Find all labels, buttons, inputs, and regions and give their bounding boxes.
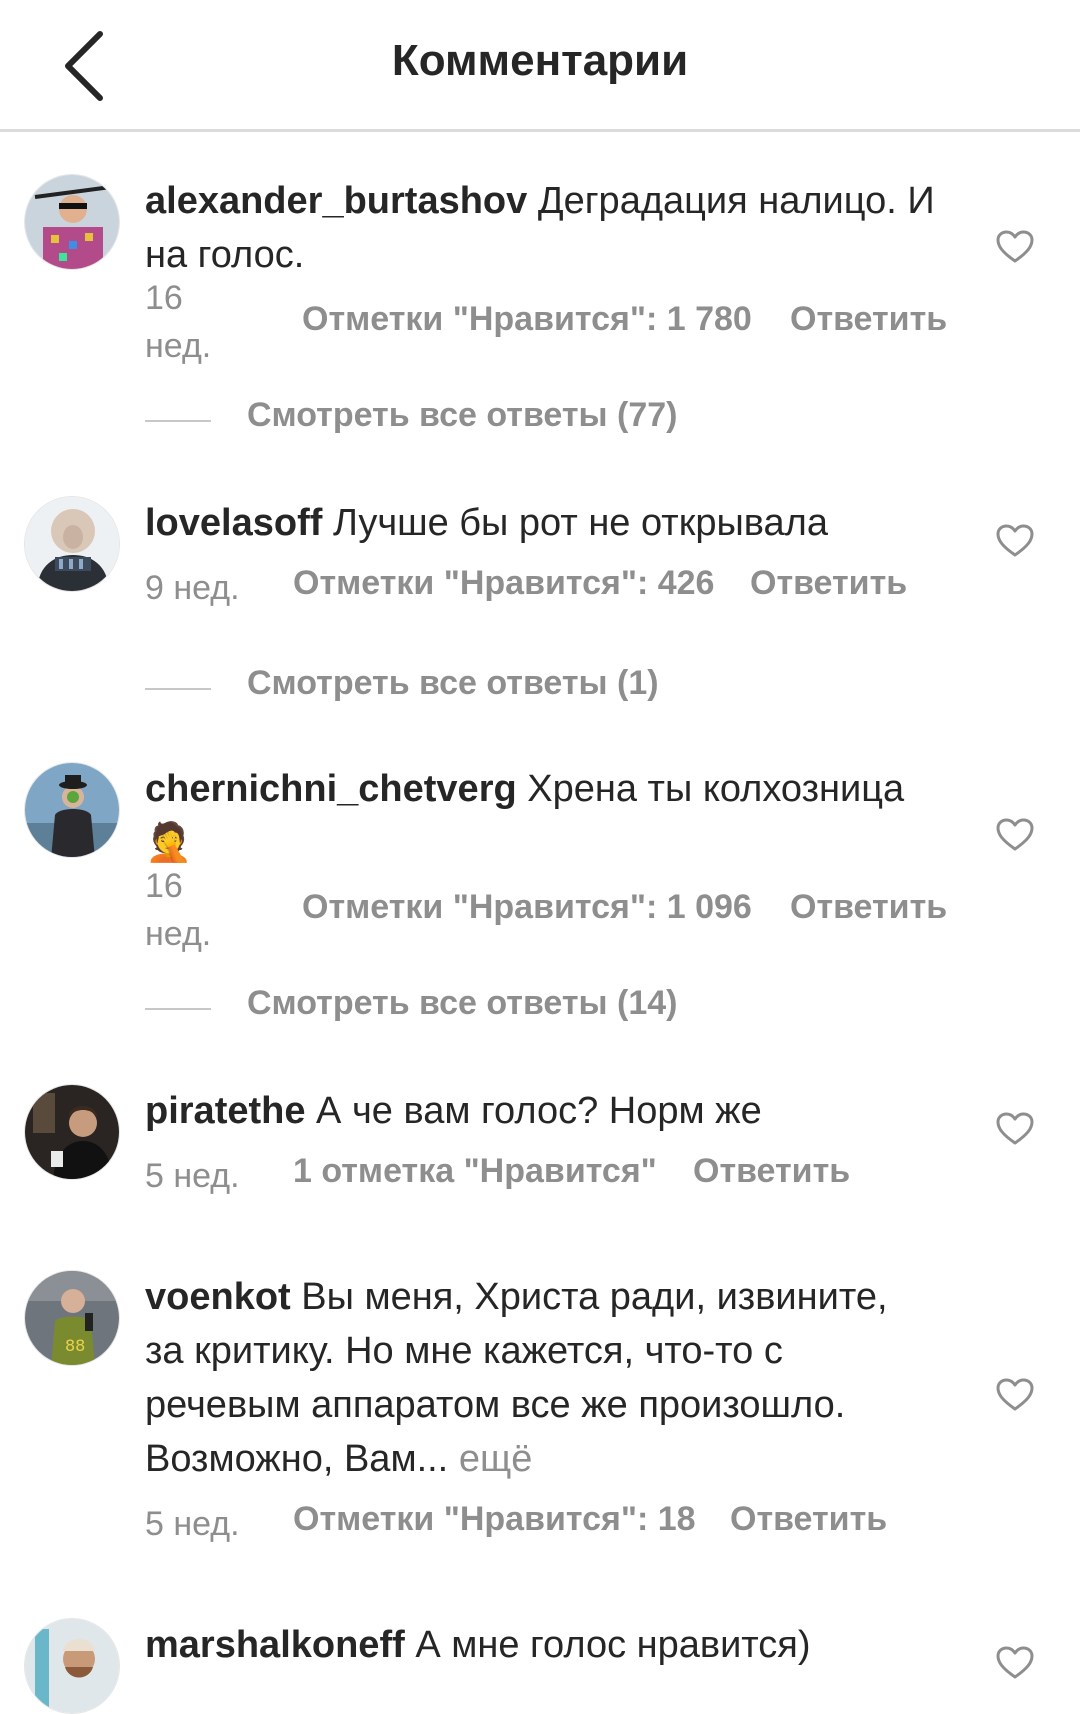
comment-username[interactable]: lovelasoff <box>145 502 322 544</box>
view-replies[interactable]: Смотреть все ответы (77) <box>145 396 845 444</box>
reply-button[interactable]: Ответить <box>790 888 947 927</box>
comment-text: marshalkoneff А мне голос нравится) <box>145 1618 945 1672</box>
comment-username[interactable]: alexander_burtashov <box>145 180 527 222</box>
comment-likes[interactable]: Отметки "Нравится": 1 780 <box>302 300 752 339</box>
comment-time: 9 нед. <box>145 569 240 607</box>
reply-button[interactable]: Ответить <box>750 564 907 603</box>
view-replies-label[interactable]: Смотреть все ответы (1) <box>247 664 659 703</box>
replies-divider <box>145 1008 211 1010</box>
replies-divider <box>145 688 211 690</box>
comment-text: chernichni_chetverg Хрена ты колхозница … <box>145 762 945 870</box>
reply-button[interactable]: Ответить <box>730 1500 887 1539</box>
comment-likes[interactable]: Отметки "Нравится": 18 <box>293 1500 696 1539</box>
heart-icon[interactable] <box>996 1378 1034 1412</box>
view-replies[interactable]: Смотреть все ответы (14) <box>145 984 845 1032</box>
avatar[interactable] <box>24 762 120 858</box>
comment-body: А мне голос нравится) <box>415 1624 811 1666</box>
avatar[interactable] <box>24 174 120 270</box>
comment-username[interactable]: voenkot <box>145 1276 291 1318</box>
heart-icon[interactable] <box>996 1112 1034 1146</box>
heart-icon[interactable] <box>996 1646 1034 1680</box>
replies-divider <box>145 420 211 422</box>
header: Комментарии <box>0 0 1080 132</box>
view-replies-label[interactable]: Смотреть все ответы (77) <box>247 396 677 435</box>
avatar[interactable] <box>24 1618 120 1714</box>
comment-text: alexander_burtashov Деградация налицо. И… <box>145 174 945 282</box>
avatar[interactable]: 88 <box>24 1270 120 1366</box>
page-title: Комментарии <box>391 36 689 85</box>
svg-text:88: 88 <box>65 1336 85 1355</box>
comment-time: 5 нед. <box>145 1505 240 1543</box>
avatar[interactable] <box>24 1084 120 1180</box>
heart-icon[interactable] <box>996 818 1034 852</box>
comment-likes[interactable]: Отметки "Нравится": 426 <box>293 564 714 603</box>
view-replies-label[interactable]: Смотреть все ответы (14) <box>247 984 677 1023</box>
heart-icon[interactable] <box>996 230 1034 264</box>
comment-time: 16 нед. <box>145 279 212 365</box>
heart-icon[interactable] <box>996 524 1034 558</box>
avatar[interactable] <box>24 496 120 592</box>
comment-body: Лучше бы рот не открывала <box>332 502 828 544</box>
comment-likes[interactable]: Отметки "Нравится": 1 096 <box>302 888 752 927</box>
comment-body: Хрена ты колхозница <box>527 768 905 810</box>
view-replies[interactable]: Смотреть все ответы (1) <box>145 664 845 712</box>
comment-likes[interactable]: 1 отметка "Нравится" <box>293 1152 657 1191</box>
comment-username[interactable]: chernichni_chetverg <box>145 768 517 810</box>
comment-text: lovelasoff Лучше бы рот не открывала <box>145 496 945 550</box>
comment-username[interactable]: marshalkoneff <box>145 1624 405 1666</box>
comment-time: 16 нед. <box>145 867 212 953</box>
comment-username[interactable]: piratethe <box>145 1090 305 1132</box>
reply-button[interactable]: Ответить <box>693 1152 850 1191</box>
facepalm-emoji-icon: 🤦 <box>145 822 193 864</box>
comment-time: 5 нед. <box>145 1157 240 1195</box>
more-link[interactable]: ещё <box>459 1438 533 1480</box>
comment-body: А че вам голос? Норм же <box>316 1090 762 1132</box>
comment-text: voenkot Вы меня, Христа ради, извините, … <box>145 1270 925 1486</box>
comment-text: piratethe А че вам голос? Норм же <box>145 1084 945 1138</box>
reply-button[interactable]: Ответить <box>790 300 947 339</box>
